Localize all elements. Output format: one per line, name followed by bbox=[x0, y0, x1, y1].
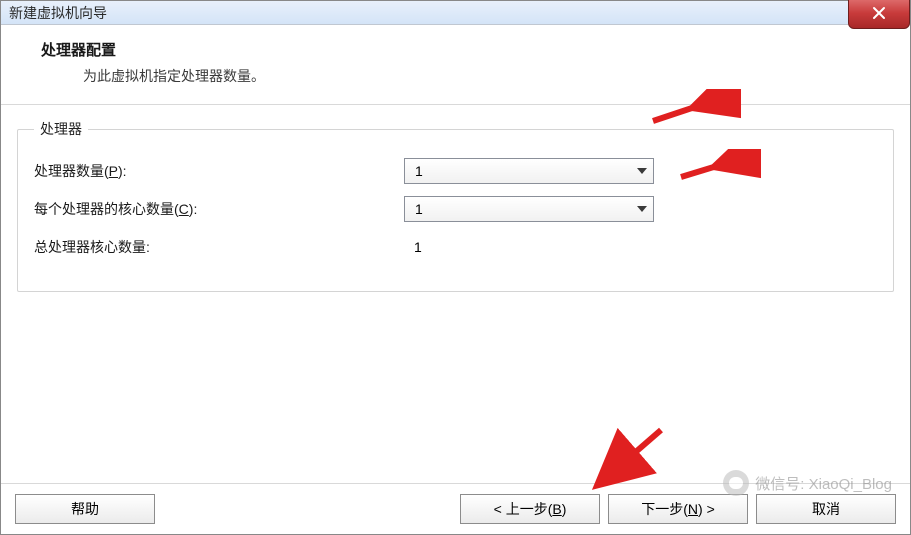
page-title: 处理器配置 bbox=[41, 39, 890, 60]
cores-per-processor-value: 1 bbox=[415, 201, 423, 217]
content-area: 处理器 处理器数量(P): 1 每个处理器的核心数量(C): 1 bbox=[1, 105, 910, 483]
wizard-footer: 帮助 < 上一步(B) 下一步(N) > 取消 bbox=[1, 483, 910, 534]
close-button[interactable] bbox=[848, 0, 910, 29]
processors-group: 处理器 处理器数量(P): 1 每个处理器的核心数量(C): 1 bbox=[17, 119, 894, 292]
processor-count-label: 处理器数量(P): bbox=[34, 161, 404, 181]
page-subtitle: 为此虚拟机指定处理器数量。 bbox=[41, 66, 890, 86]
cores-per-processor-label: 每个处理器的核心数量(C): bbox=[34, 199, 404, 219]
chevron-down-icon bbox=[637, 206, 647, 212]
window-title: 新建虚拟机向导 bbox=[9, 3, 107, 23]
cores-per-processor-combo[interactable]: 1 bbox=[404, 196, 654, 222]
total-cores-label: 总处理器核心数量: bbox=[34, 237, 404, 257]
titlebar: 新建虚拟机向导 bbox=[1, 1, 910, 25]
back-button[interactable]: < 上一步(B) bbox=[460, 494, 600, 524]
group-legend: 处理器 bbox=[34, 119, 88, 139]
total-cores-value: 1 bbox=[404, 239, 422, 255]
processor-count-value: 1 bbox=[415, 163, 423, 179]
wizard-header: 处理器配置 为此虚拟机指定处理器数量。 bbox=[1, 25, 910, 105]
row-processor-count: 处理器数量(P): 1 bbox=[34, 157, 877, 185]
row-cores-per-processor: 每个处理器的核心数量(C): 1 bbox=[34, 195, 877, 223]
chevron-down-icon bbox=[637, 168, 647, 174]
row-total-cores: 总处理器核心数量: 1 bbox=[34, 233, 877, 261]
cancel-button[interactable]: 取消 bbox=[756, 494, 896, 524]
next-button[interactable]: 下一步(N) > bbox=[608, 494, 748, 524]
close-icon bbox=[872, 6, 886, 20]
wizard-window: 新建虚拟机向导 处理器配置 为此虚拟机指定处理器数量。 处理器 处理器数量(P)… bbox=[0, 0, 911, 535]
processor-count-combo[interactable]: 1 bbox=[404, 158, 654, 184]
help-button[interactable]: 帮助 bbox=[15, 494, 155, 524]
